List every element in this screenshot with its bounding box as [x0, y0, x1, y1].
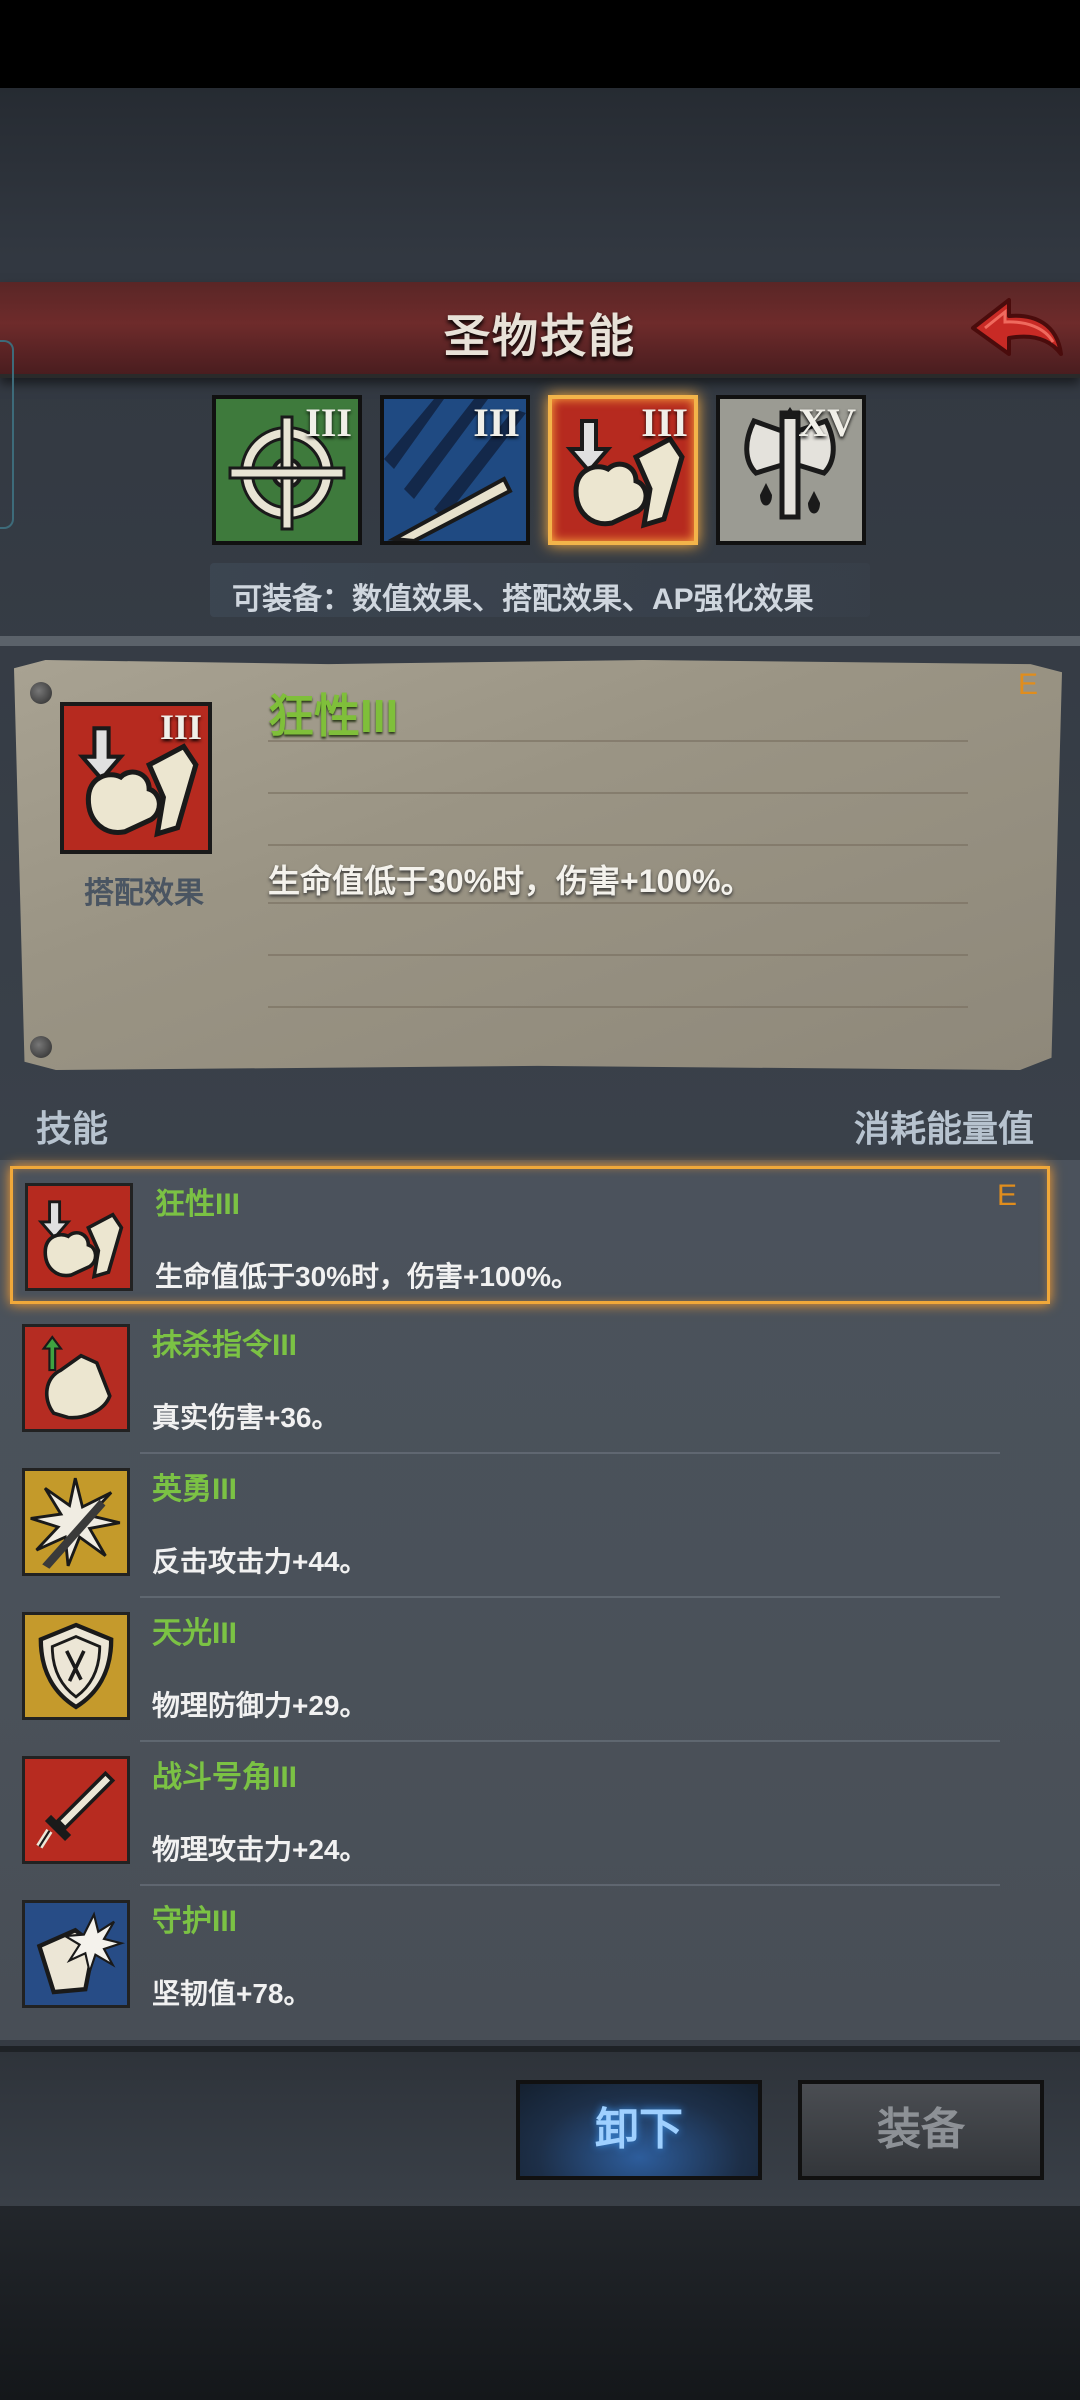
card-rule: [268, 902, 968, 904]
page-title: 圣物技能: [444, 310, 636, 362]
status-bar: [0, 0, 1080, 88]
fist-arrow-icon: [22, 1324, 130, 1432]
spear-burst-icon: [22, 1468, 130, 1576]
shield-icon: [22, 1612, 130, 1720]
divider: [0, 636, 1080, 646]
skill-desc: 真实伤害+36。: [152, 1402, 340, 1433]
skill-desc: 坚韧值+78。: [152, 1978, 312, 2009]
skill-name: 英勇III: [152, 1473, 238, 1506]
skill-desc: 反击攻击力+44。: [152, 1546, 368, 1577]
list-header-energy: 消耗能量值: [853, 1108, 1034, 1149]
detail-icon-label: 搭配效果: [84, 877, 204, 910]
back-arrow-icon: [971, 298, 1063, 356]
sword-icon: [22, 1756, 130, 1864]
skill-name: 抹杀指令III: [152, 1329, 298, 1362]
relic-slot-1[interactable]: III: [212, 395, 362, 545]
detail-icon-tier: III: [159, 707, 202, 747]
skill-desc: 物理防御力+29。: [152, 1690, 368, 1721]
unequip-button[interactable]: 卸下: [516, 2080, 762, 2180]
skill-row[interactable]: 抹杀指令III 真实伤害+36。: [10, 1310, 1050, 1448]
slot-tier: III: [473, 400, 520, 445]
skill-row[interactable]: 天光III 物理防御力+29。: [10, 1598, 1050, 1736]
bottom-fade: [0, 2200, 1080, 2400]
card-rule: [268, 1006, 968, 1008]
berserk-icon: [25, 1183, 133, 1291]
skill-grade: E: [997, 1179, 1018, 1212]
skill-row[interactable]: 守护III 坚韧值+78。: [10, 1886, 1050, 2024]
list-header-skill: 技能: [36, 1108, 109, 1149]
rivet: [30, 682, 52, 704]
skill-name: 战斗号角III: [152, 1761, 298, 1794]
skill-desc: 生命值低于30%时，伤害+100%。: [155, 1261, 580, 1292]
relic-slot-3[interactable]: III: [548, 395, 698, 545]
card-rule: [268, 844, 968, 846]
detail-skill-icon: III: [60, 702, 212, 854]
skill-name: 天光III: [152, 1617, 238, 1650]
detail-title: 狂性III: [268, 690, 399, 742]
skill-row[interactable]: 战斗号角III 物理攻击力+24。: [10, 1742, 1050, 1880]
skill-name: 守护III: [152, 1905, 238, 1938]
card-rule: [268, 792, 968, 794]
card-rule: [268, 954, 968, 956]
equip-button[interactable]: 装备: [798, 2080, 1044, 2180]
skill-row[interactable]: 狂性III E 生命值低于30%时，伤害+100%。: [10, 1166, 1050, 1304]
back-button[interactable]: [965, 288, 1065, 370]
skill-desc: 物理攻击力+24。: [152, 1834, 368, 1865]
guard-burst-icon: [22, 1900, 130, 2008]
skill-row[interactable]: 英勇III 反击攻击力+44。: [10, 1454, 1050, 1592]
detail-description: 生命值低于30%时，伤害+100%。: [268, 863, 753, 899]
relic-slot-4[interactable]: XV: [716, 395, 866, 545]
relic-slot-2[interactable]: III: [380, 395, 530, 545]
skill-name: 狂性III: [155, 1188, 241, 1221]
side-drawer-handle[interactable]: [0, 340, 14, 529]
title-banner: 圣物技能: [0, 282, 1080, 378]
detail-grade: E: [1018, 668, 1039, 701]
slot-tier: III: [641, 400, 688, 445]
slot-tier: III: [305, 400, 352, 445]
equip-note: 可装备：数值效果、搭配效果、AP强化效果: [232, 583, 814, 616]
slot-tier: XV: [798, 400, 856, 445]
rivet: [30, 1036, 52, 1058]
